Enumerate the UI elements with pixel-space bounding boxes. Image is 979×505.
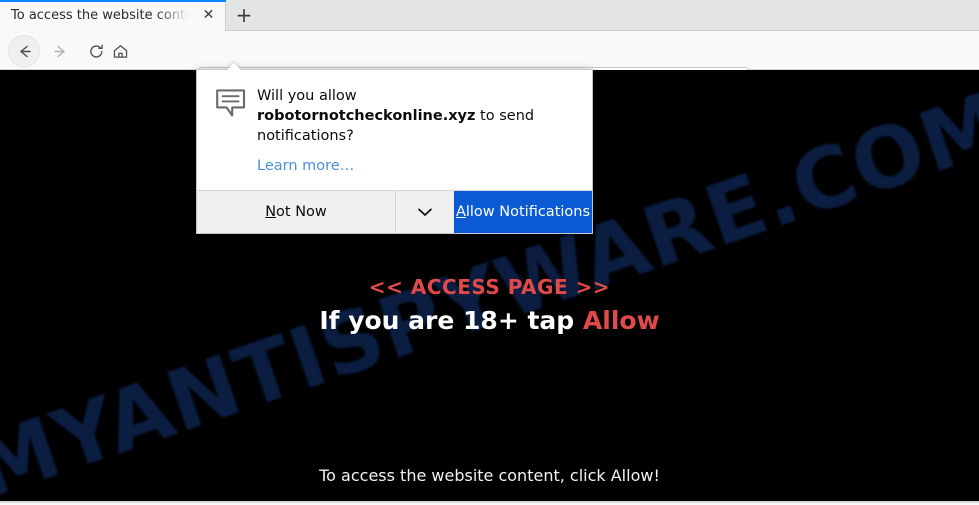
popup-actions: Not Now Allow Notifications xyxy=(197,190,592,233)
not-now-accesskey: N xyxy=(265,204,277,220)
allow-label-rest: llow Notifications xyxy=(465,204,591,220)
tab-active[interactable]: To access the website conte ✕ xyxy=(0,0,226,31)
new-tab-button[interactable]: + xyxy=(231,4,257,28)
allow-notifications-button[interactable]: Allow Notifications xyxy=(454,191,592,233)
age-gate-prefix: If you are 18+ tap xyxy=(319,306,583,335)
notification-bubble-icon xyxy=(215,88,247,118)
popup-body: Will you allow robotornotcheckonline.xyz… xyxy=(197,70,592,190)
forward-arrow-icon[interactable] xyxy=(46,37,74,65)
age-gate-line: If you are 18+ tap Allow xyxy=(0,306,979,335)
notification-permission-popup: Will you allow robotornotcheckonline.xyz… xyxy=(196,69,593,234)
page-footer-instruction: To access the website content, click All… xyxy=(319,466,660,485)
back-arrow-icon[interactable] xyxy=(10,37,38,65)
popup-anchor-arrow xyxy=(227,62,241,70)
close-icon[interactable]: ✕ xyxy=(200,7,217,24)
age-gate-allow: Allow xyxy=(582,306,660,335)
content-bottom-edge xyxy=(0,501,979,503)
chevron-down-icon[interactable] xyxy=(396,191,454,233)
navigation-toolbar: https://robotornotcheckonline.xyz/?p=gjt… xyxy=(0,31,979,96)
not-now-label-rest: ot Now xyxy=(276,204,327,220)
popup-message-host: robotornotcheckonline.xyz xyxy=(257,108,476,124)
tab-strip: To access the website conte ✕ + xyxy=(0,0,979,31)
learn-more-link[interactable]: Learn more… xyxy=(257,156,576,176)
access-page-heading: << ACCESS PAGE >> xyxy=(368,275,611,299)
allow-accesskey: A xyxy=(455,204,466,220)
tab-title: To access the website conte xyxy=(11,8,191,23)
browser-window: To access the website conte ✕ + MYANTISP… xyxy=(0,0,979,505)
popup-message-prefix: Will you allow xyxy=(257,88,357,104)
not-now-button[interactable]: Not Now xyxy=(197,191,396,233)
popup-message: Will you allow robotornotcheckonline.xyz… xyxy=(257,86,576,146)
home-icon[interactable] xyxy=(106,37,134,65)
